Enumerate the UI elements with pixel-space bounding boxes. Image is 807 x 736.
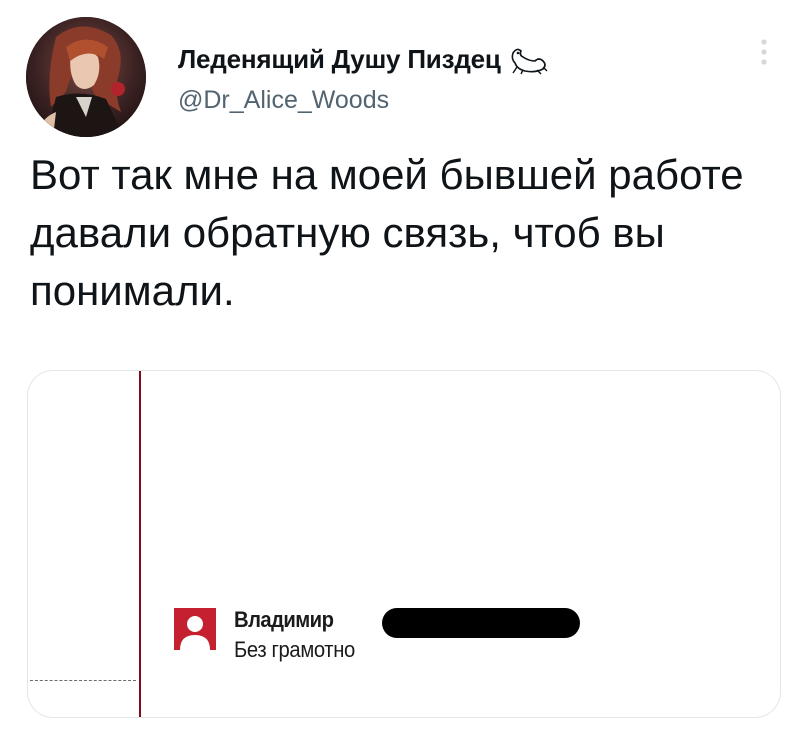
comment-author: Владимир (234, 607, 334, 632)
tweet-media[interactable]: Владимир Без грамотно (27, 370, 781, 718)
author-display-name[interactable]: Леденящий Душу Пиздец (178, 44, 501, 75)
author-avatar[interactable] (26, 17, 146, 137)
margin-line (139, 371, 141, 717)
anime-portrait-avatar (26, 17, 146, 137)
more-options-icon[interactable] (754, 36, 774, 72)
dashed-divider (30, 680, 136, 681)
comment-text: Без грамотно (234, 637, 355, 662)
author-name-row[interactable]: Леденящий Душу Пиздец (178, 44, 549, 75)
default-user-icon (174, 608, 216, 650)
redaction-bar (382, 608, 580, 638)
author-handle[interactable]: @Dr_Alice_Woods (178, 86, 389, 115)
frog-icon (509, 45, 549, 75)
tweet-text: Вот так мне на моей бывшей работе давали… (30, 151, 744, 314)
